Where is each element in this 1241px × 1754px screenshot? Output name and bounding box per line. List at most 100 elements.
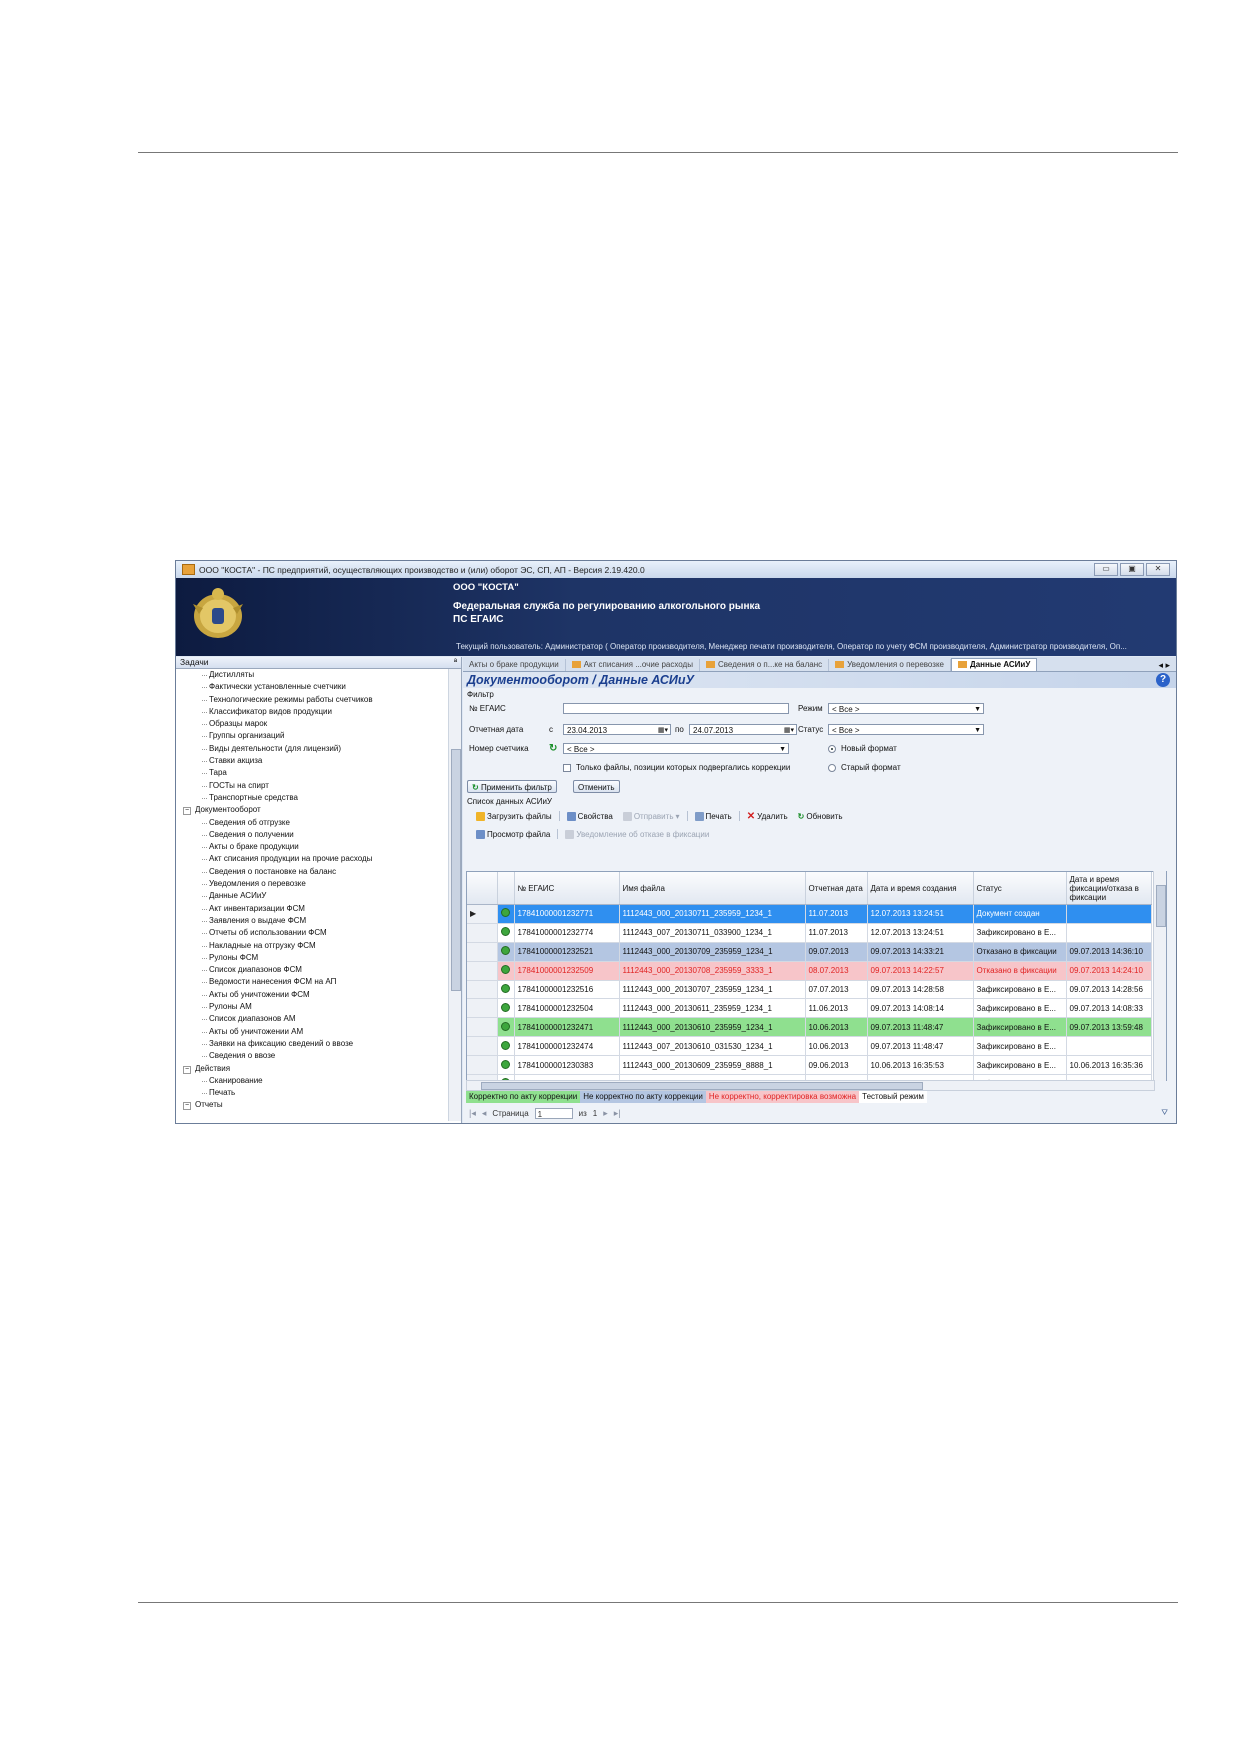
tree-item[interactable]: Виды деятельности (для лицензий) — [176, 743, 448, 755]
counter-select[interactable]: < Все > ▼ — [563, 743, 789, 754]
old-format-radio[interactable] — [828, 764, 836, 772]
cancel-filter-button[interactable]: Отменить — [573, 780, 620, 793]
counter-dropdown-icon[interactable]: ▼ — [779, 744, 786, 755]
print-button[interactable]: Печать — [692, 811, 735, 821]
help-icon[interactable]: ? — [1156, 673, 1170, 687]
tree-item[interactable]: Фактически установленные счетчики — [176, 681, 448, 693]
tree-item[interactable]: Заявления о выдаче ФСМ — [176, 915, 448, 927]
column-header[interactable]: № ЕГАИС — [514, 872, 620, 905]
tree-item[interactable]: Сведения о ввозе — [176, 1050, 448, 1062]
delete-button[interactable]: ✕ Удалить — [744, 811, 791, 822]
tree-item[interactable]: Акты об уничтожении АМ — [176, 1026, 448, 1038]
row-marker[interactable]: ▶ — [467, 904, 498, 924]
row-marker[interactable] — [467, 1055, 498, 1076]
last-page-icon[interactable]: ▸| — [614, 1108, 621, 1119]
page-input[interactable]: 1 — [534, 1107, 573, 1119]
table-row[interactable]: 17841000001232471 1112443_000_20130610_23… — [467, 1017, 1152, 1038]
tree-item[interactable]: Дистилляты — [176, 669, 448, 681]
mode-select[interactable]: < Все > ▼ — [828, 703, 984, 714]
tree-item[interactable]: ГОСТы на спирт — [176, 780, 448, 792]
table-row[interactable]: 17841000001232504 1112443_000_20130611_23… — [467, 998, 1152, 1019]
calendar-icon[interactable]: ▦▾ — [784, 725, 794, 736]
table-row[interactable]: 17841000001232774 1112443_007_20130711_03… — [467, 923, 1152, 943]
tab-item[interactable]: Уведомления о перевозке — [829, 659, 951, 671]
tree-item[interactable]: Акты об уничтожении ФСМ — [176, 989, 448, 1001]
column-header[interactable]: Дата и время создания — [867, 872, 974, 905]
grid-hscroll-thumb[interactable] — [481, 1082, 923, 1090]
tree-item[interactable]: Сведения о получении — [176, 829, 448, 841]
tree-item[interactable]: Печать — [176, 1087, 448, 1099]
close-button[interactable]: ✕ — [1146, 563, 1170, 576]
tree-item[interactable]: Список диапазонов ФСМ — [176, 964, 448, 976]
column-header[interactable]: Отчетная дата — [805, 872, 868, 905]
calendar-icon[interactable]: ▦▾ — [658, 725, 668, 736]
maximize-button[interactable]: ▣ — [1120, 563, 1144, 576]
properties-button[interactable]: Свойства — [564, 811, 616, 821]
row-marker[interactable] — [467, 1017, 498, 1038]
row-marker[interactable] — [467, 1036, 498, 1057]
tree-item[interactable]: Акты о браке продукции — [176, 841, 448, 853]
tree-item[interactable]: Ведомости нанесения ФСМ на АП — [176, 976, 448, 988]
row-marker[interactable] — [467, 942, 498, 962]
tree-item[interactable]: − Отчеты — [176, 1099, 448, 1111]
collapse-icon[interactable]: − — [183, 807, 191, 816]
grid-scroll-thumb[interactable] — [1156, 885, 1166, 927]
tree-item[interactable]: Транспортные средства — [176, 792, 448, 804]
tree-item[interactable]: Технологические режимы работы счетчиков — [176, 694, 448, 706]
collapse-icon[interactable]: − — [183, 1065, 191, 1074]
first-page-icon[interactable]: |◂ — [469, 1108, 476, 1119]
date-from-input[interactable]: 23.04.2013 ▦▾ — [563, 724, 671, 735]
tree-item[interactable]: Сканирование — [176, 1075, 448, 1087]
column-header[interactable]: Имя файла — [619, 872, 806, 905]
row-marker[interactable] — [467, 980, 498, 1000]
row-marker[interactable] — [467, 961, 498, 981]
tree-item[interactable]: Тара — [176, 767, 448, 779]
tree-item[interactable]: Отчеты об использовании ФСМ — [176, 927, 448, 939]
tree-item[interactable]: Данные АСИиУ — [176, 890, 448, 902]
column-header[interactable] — [467, 872, 498, 905]
grid-horizontal-scrollbar[interactable] — [466, 1080, 1155, 1091]
row-marker[interactable] — [467, 998, 498, 1019]
tree-item[interactable]: Рулоны АМ — [176, 1001, 448, 1013]
table-row[interactable]: 17841000001232521 1112443_000_20130709_23… — [467, 942, 1152, 962]
tree-item[interactable]: Акт списания продукции на прочие расходы — [176, 853, 448, 865]
send-button[interactable]: Отправить ▾ — [620, 811, 683, 821]
column-header[interactable]: Дата и время фиксации/отказа в фиксации — [1066, 872, 1152, 905]
tab-item[interactable]: Акты о браке продукции — [463, 659, 566, 671]
filter-funnel-icon[interactable]: ⛛ — [1161, 1108, 1168, 1118]
tree-item[interactable]: Сведения о постановке на баланс — [176, 866, 448, 878]
tree-item[interactable]: Ставки акциза — [176, 755, 448, 767]
tree-item[interactable]: Образцы марок — [176, 718, 448, 730]
table-row[interactable]: ▶ 17841000001232771 1112443_000_20130711_2… — [467, 904, 1152, 924]
column-header[interactable]: Статус — [973, 872, 1067, 905]
tree-item[interactable]: Заявки на фиксацию сведений о ввозе — [176, 1038, 448, 1050]
tree-item[interactable]: Классификатор видов продукции — [176, 706, 448, 718]
minimize-button[interactable]: ▭ — [1094, 563, 1118, 576]
refresh-icon[interactable]: ↻ — [549, 743, 557, 754]
grid-vertical-scrollbar[interactable] — [1153, 871, 1166, 1081]
tab-item[interactable]: Сведения о п...ке на баланс — [700, 659, 830, 671]
tree-item[interactable]: Группы организаций — [176, 730, 448, 742]
column-header[interactable] — [497, 872, 515, 905]
load-files-button[interactable]: Загрузить файлы — [473, 811, 555, 821]
collapse-icon[interactable]: − — [183, 1102, 191, 1111]
table-row[interactable]: 17841000001232474 1112443_007_20130610_03… — [467, 1036, 1152, 1057]
tree-item[interactable]: Акт инвентаризации ФСМ — [176, 903, 448, 915]
refusal-notice-button[interactable]: Уведомление об отказе в фиксации — [562, 829, 712, 839]
status-dropdown-icon[interactable]: ▼ — [974, 725, 981, 736]
tree-item[interactable]: Уведомления о перевозке — [176, 878, 448, 890]
view-file-button[interactable]: Просмотр файла — [473, 829, 553, 839]
mode-dropdown-icon[interactable]: ▼ — [974, 704, 981, 715]
new-format-radio[interactable] — [828, 745, 836, 753]
status-select[interactable]: < Все > ▼ — [828, 724, 984, 735]
table-row[interactable]: 17841000001230383 1112443_000_20130609_23… — [467, 1055, 1152, 1076]
tree-item[interactable]: Накладные на отгрузку ФСМ — [176, 940, 448, 952]
egais-input[interactable] — [563, 703, 789, 714]
tasks-scroll-thumb[interactable] — [451, 749, 461, 991]
corrected-only-checkbox[interactable] — [563, 764, 571, 772]
prev-page-icon[interactable]: ◂ — [482, 1108, 487, 1119]
refresh-button[interactable]: ↻ Обновить — [795, 812, 846, 821]
date-to-input[interactable]: 24.07.2013 ▦▾ — [689, 724, 797, 735]
table-row[interactable]: 17841000001232509 1112443_000_20130708_23… — [467, 961, 1152, 981]
tab-item[interactable]: Акт списания ...очие расходы — [566, 659, 700, 671]
